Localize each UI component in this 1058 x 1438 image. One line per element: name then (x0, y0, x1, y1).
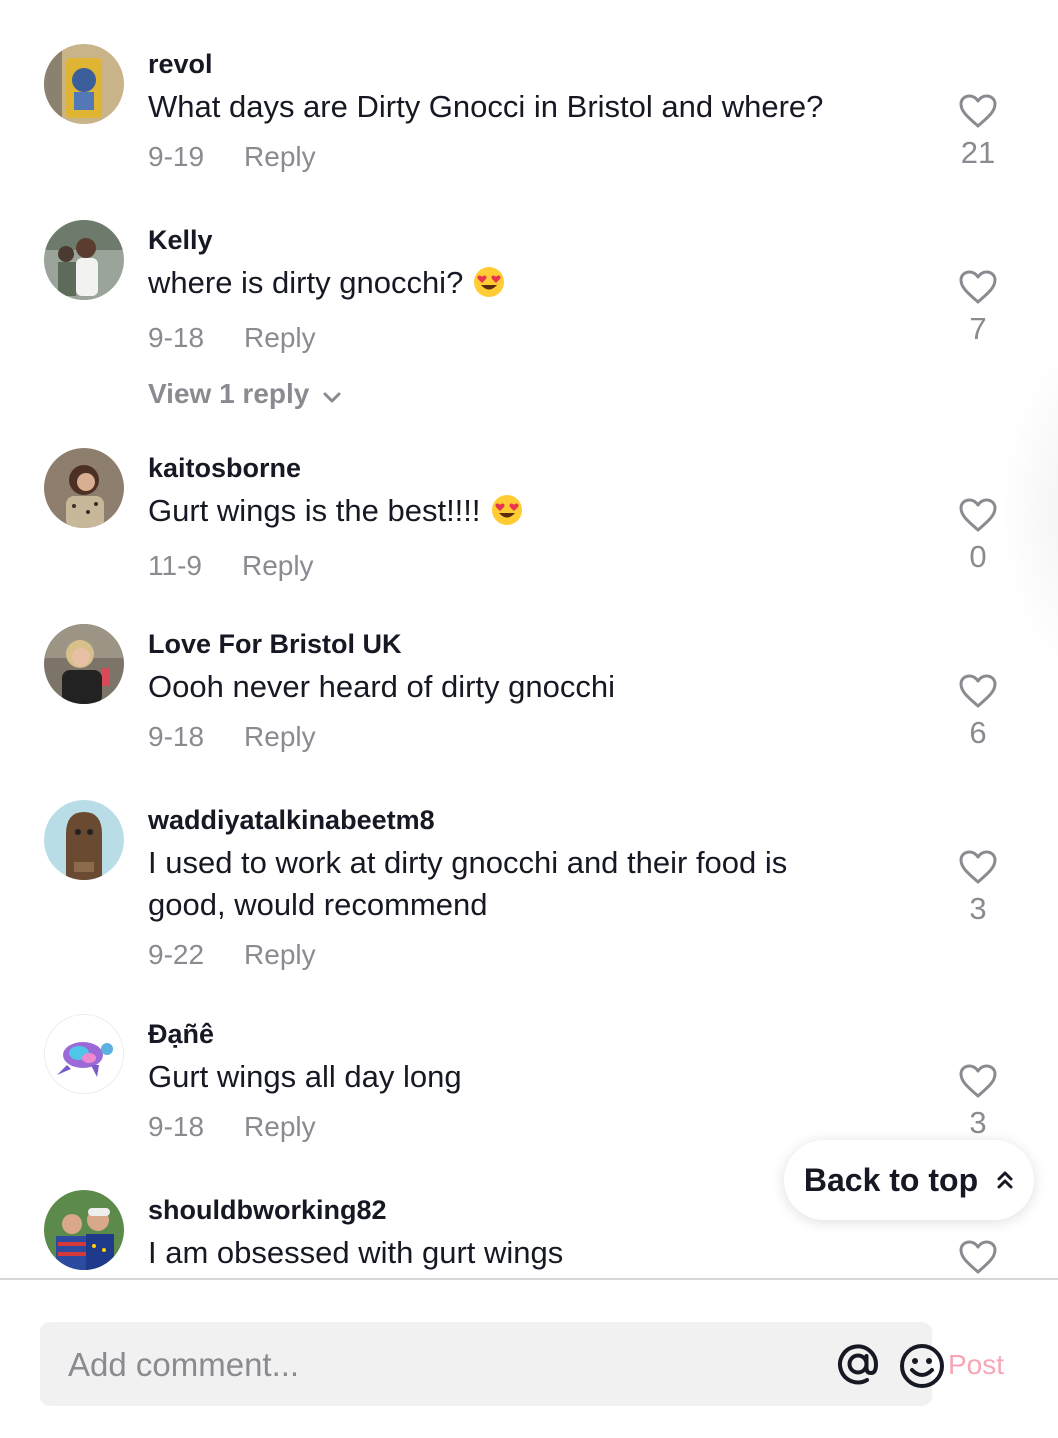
reply-button[interactable]: Reply (242, 550, 314, 581)
comment-list[interactable]: revol What days are Dirty Gnocci in Bris… (0, 0, 1058, 1278)
comment-input-container[interactable] (40, 1322, 944, 1408)
comment-username[interactable]: Kelly (148, 224, 918, 256)
view-replies-label: View 1 reply (148, 378, 310, 409)
heart-icon (959, 498, 997, 532)
comment-input[interactable] (66, 1322, 770, 1408)
comment-text: I am obsessed with gurt wings (148, 1235, 564, 1270)
heart-eyes-emoji-icon (473, 266, 505, 309)
double-chevron-up-icon (996, 1162, 1014, 1199)
view-replies-button[interactable]: View 1 reply (148, 377, 918, 413)
avatar[interactable] (44, 1190, 124, 1270)
comment-meta: 9-22 Reply (148, 938, 918, 972)
like-count: 3 (969, 891, 987, 926)
heart-icon (959, 94, 997, 128)
heart-icon (959, 850, 997, 884)
comment-body: kaitosborne Gurt wings is the best!!!! 1… (148, 452, 918, 583)
comment-text: Oooh never heard of dirty gnocchi (148, 669, 615, 704)
comment-composer: Post (0, 1280, 1058, 1438)
at-sign-icon[interactable] (836, 1342, 880, 1386)
reply-button[interactable]: Reply (244, 721, 316, 752)
comment-date: 9-18 (148, 1111, 205, 1142)
comment-username[interactable]: revol (148, 48, 918, 80)
comment-date: 9-22 (148, 939, 205, 970)
avatar[interactable] (44, 800, 124, 880)
chevron-down-icon (321, 379, 343, 413)
back-to-top-label: Back to top (803, 1161, 979, 1198)
comment-meta: 9-18 Reply (148, 321, 918, 355)
comment-date: 9-18 (148, 322, 205, 353)
post-button[interactable]: Post (948, 1348, 1004, 1382)
comment-meta: 9-19 Reply (148, 140, 918, 174)
comment-body: Kelly where is dirty gnocchi? 9-18 Reply … (148, 224, 918, 413)
avatar[interactable] (44, 624, 124, 704)
avatar[interactable] (44, 44, 124, 124)
comment-username[interactable]: waddiyatalkinabeetm8 (148, 804, 918, 836)
reply-button[interactable]: Reply (244, 1111, 316, 1142)
comment-date: 11-9 (148, 550, 202, 581)
comment-text-content: Gurt wings is the best!!!! (148, 493, 481, 528)
comment-body: revol What days are Dirty Gnocci in Bris… (148, 48, 918, 174)
like-button[interactable]: 21 (938, 94, 1018, 170)
comment-username[interactable]: kaitosborne (148, 452, 918, 484)
comment-username[interactable]: Love For Bristol UK (148, 628, 918, 660)
heart-icon (959, 674, 997, 708)
like-button[interactable] (938, 1240, 1018, 1274)
comment-username[interactable]: Đạñê (148, 1018, 918, 1050)
comment-meta: 11-9 Reply (148, 549, 918, 583)
comment-text: What days are Dirty Gnocci in Bristol an… (148, 89, 824, 124)
like-count: 21 (960, 135, 996, 170)
heart-icon (959, 270, 997, 304)
heart-icon (959, 1240, 997, 1274)
comment-body: waddiyatalkinabeetm8 I used to work at d… (148, 804, 918, 972)
comment-text: where is dirty gnocchi? (148, 262, 918, 309)
avatar[interactable] (44, 220, 124, 300)
comment-date: 9-19 (148, 141, 205, 172)
comment-text: Gurt wings all day long (148, 1059, 462, 1094)
comment-meta: 9-18 Reply (148, 720, 918, 754)
avatar[interactable] (44, 1014, 124, 1094)
comment-text: Gurt wings is the best!!!! (148, 490, 918, 537)
like-button[interactable]: 3 (938, 850, 1018, 926)
comment-meta: 9-18 Reply (148, 1110, 918, 1144)
comment-body: Love For Bristol UK Oooh never heard of … (148, 628, 918, 754)
comment-date: 9-18 (148, 721, 205, 752)
like-count: 6 (969, 715, 987, 750)
avatar[interactable] (44, 448, 124, 528)
smiley-icon[interactable] (898, 1342, 946, 1390)
like-count: 3 (969, 1105, 987, 1140)
like-button[interactable]: 7 (938, 270, 1018, 346)
heart-icon (959, 1064, 997, 1098)
edge-shadow (1000, 340, 1058, 680)
reply-button[interactable]: Reply (244, 141, 316, 172)
reply-button[interactable]: Reply (244, 322, 316, 353)
comment-text-content: where is dirty gnocchi? (148, 265, 464, 300)
like-button[interactable]: 6 (938, 674, 1018, 750)
heart-eyes-emoji-icon (491, 494, 523, 537)
comment-body: Đạñê Gurt wings all day long 9-18 Reply (148, 1018, 918, 1144)
comment-text: I used to work at dirty gnocchi and thei… (148, 845, 788, 922)
reply-button[interactable]: Reply (244, 939, 316, 970)
back-to-top-button[interactable]: Back to top (784, 1140, 1034, 1220)
like-button[interactable]: 3 (938, 1064, 1018, 1140)
